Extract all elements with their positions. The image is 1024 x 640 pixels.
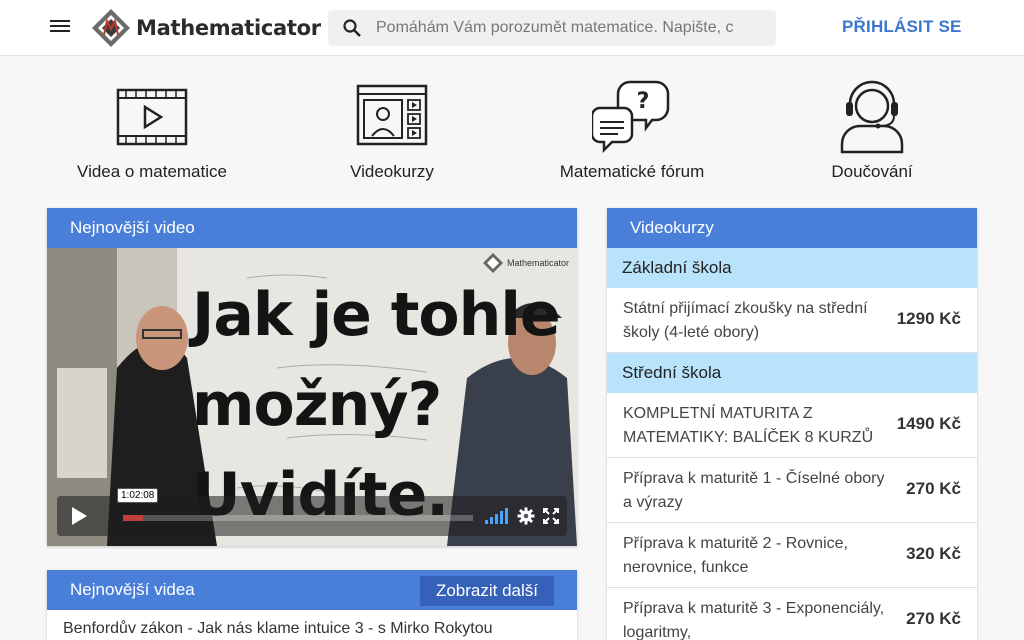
category-header: Střední škola bbox=[607, 353, 977, 393]
course-price: 270 Kč bbox=[906, 609, 961, 628]
nav-label: Videa o matematice bbox=[77, 162, 227, 181]
course-price: 1490 Kč bbox=[896, 414, 961, 433]
latest-videos-header: Nejnovější videa Zobrazit další bbox=[47, 570, 577, 610]
volume-icon[interactable] bbox=[485, 508, 511, 524]
logo-mark-icon bbox=[92, 9, 130, 47]
logo[interactable]: Mathematicator bbox=[90, 7, 321, 49]
settings-gear-icon[interactable] bbox=[517, 507, 535, 525]
list-item[interactable]: Benfordův zákon - Jak nás klame intuice … bbox=[47, 610, 577, 640]
nav-videos[interactable]: Videa o matematice bbox=[32, 78, 272, 188]
time-tooltip: 1:02:08 bbox=[117, 488, 159, 503]
thumbnail-line: Jak je tohle bbox=[192, 280, 561, 350]
course-title: Příprava k maturitě 1 - Číselné obory a … bbox=[623, 470, 885, 511]
video-player[interactable]: Mathematicator Jak je tohle možný? Uvidí… bbox=[47, 248, 577, 546]
nav-videocourses[interactable]: Videokurzy bbox=[272, 78, 512, 188]
newest-video-heading: Nejnovější video bbox=[47, 208, 577, 248]
nav-label: Doučování bbox=[831, 162, 913, 181]
header: Mathematicator PŘIHLÁSIT SE bbox=[0, 0, 1024, 56]
play-icon[interactable] bbox=[57, 496, 101, 536]
nav-label: Videokurzy bbox=[350, 162, 434, 181]
course-price: 320 Kč bbox=[906, 544, 961, 563]
headset-icon bbox=[840, 80, 904, 154]
search-input[interactable] bbox=[376, 19, 756, 37]
newest-video-panel: Nejnovější video Mathematicator Jak je t… bbox=[47, 208, 577, 546]
course-item[interactable]: Příprava k maturitě 2 - Rovnice, nerovni… bbox=[607, 523, 977, 588]
course-item[interactable]: Státní přijímací zkoušky na střední škol… bbox=[607, 288, 977, 353]
courses-heading: Videokurzy bbox=[607, 208, 977, 248]
course-title: KOMPLETNÍ MATURITA Z MATEMATIKY: BALÍČEK… bbox=[623, 405, 874, 446]
menu-icon[interactable] bbox=[48, 18, 72, 38]
course-price: 270 Kč bbox=[906, 479, 961, 498]
course-item[interactable]: Příprava k maturitě 1 - Číselné obory a … bbox=[607, 458, 977, 523]
fullscreen-icon[interactable] bbox=[543, 508, 559, 524]
category-header: Základní škola bbox=[607, 248, 977, 288]
latest-videos-heading: Nejnovější videa bbox=[70, 580, 195, 599]
nav-tutoring[interactable]: Doučování bbox=[752, 78, 992, 188]
video-controls: 1:02:08 bbox=[57, 488, 567, 536]
course-item[interactable]: KOMPLETNÍ MATURITA Z MATEMATIKY: BALÍČEK… bbox=[607, 393, 977, 458]
course-title: Státní přijímací zkoušky na střední škol… bbox=[623, 300, 868, 341]
nav-label: Matematické fórum bbox=[559, 162, 705, 181]
courses-panel: Videokurzy Základní škola Státní přijíma… bbox=[607, 208, 977, 640]
search-bar bbox=[328, 10, 776, 46]
progress-bar[interactable] bbox=[123, 515, 473, 521]
course-title: Příprava k maturitě 2 - Rovnice, nerovni… bbox=[623, 535, 848, 576]
thumbnail-line: možný? bbox=[192, 370, 442, 440]
watermark-text: Mathematicator bbox=[506, 258, 569, 268]
latest-videos-panel: Nejnovější videa Zobrazit další Benfordů… bbox=[47, 570, 577, 640]
search-icon[interactable] bbox=[328, 10, 376, 46]
show-more-button[interactable]: Zobrazit další bbox=[419, 576, 554, 606]
logo-text: Mathematicator bbox=[136, 16, 321, 40]
nav-forum[interactable]: ? Matematické fórum bbox=[512, 78, 752, 188]
course-item[interactable]: Příprava k maturitě 3 - Exponenciály, lo… bbox=[607, 588, 977, 640]
login-link[interactable]: PŘIHLÁSIT SE bbox=[842, 17, 962, 37]
video-course-icon bbox=[356, 84, 428, 146]
forum-icon: ? bbox=[592, 80, 670, 154]
course-title: Příprava k maturitě 3 - Exponenciály, lo… bbox=[623, 600, 885, 640]
svg-text:?: ? bbox=[637, 89, 650, 114]
video-icon bbox=[116, 88, 188, 146]
course-price: 1290 Kč bbox=[896, 309, 961, 328]
